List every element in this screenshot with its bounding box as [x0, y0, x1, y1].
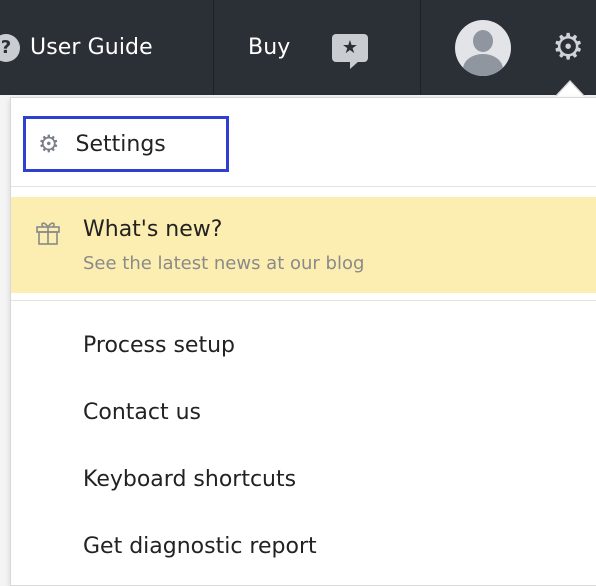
user-avatar-button[interactable] — [455, 0, 511, 95]
nav-divider — [420, 0, 421, 95]
settings-row: ⚙ Settings — [11, 98, 596, 186]
gear-icon: ⚙ — [552, 26, 585, 68]
nav-divider — [213, 0, 214, 95]
gear-icon: ⚙ — [38, 130, 60, 158]
process-setup-item[interactable]: Process setup — [83, 333, 235, 358]
dropdown-caret — [556, 82, 584, 97]
settings-menu-item[interactable]: ⚙ Settings — [23, 116, 229, 172]
whats-new-title: What's new? — [83, 217, 223, 242]
user-guide-link[interactable]: ? User Guide — [0, 0, 153, 95]
user-guide-label: User Guide — [30, 35, 153, 60]
diagnostic-report-item[interactable]: Get diagnostic report — [83, 534, 317, 559]
settings-dropdown-menu: ⚙ Settings What's new? See the latest ne… — [10, 97, 596, 586]
avatar — [455, 19, 511, 76]
buy-label: Buy — [248, 35, 291, 60]
gift-icon — [36, 222, 60, 245]
whats-new-subtitle: See the latest news at our blog — [83, 253, 365, 274]
divider — [11, 300, 596, 301]
keyboard-shortcuts-item[interactable]: Keyboard shortcuts — [83, 467, 296, 492]
divider — [11, 186, 596, 187]
top-navigation-bar: ? User Guide Buy ★ ⚙ — [0, 0, 596, 95]
whats-new-item[interactable]: What's new? See the latest news at our b… — [11, 197, 596, 293]
help-icon: ? — [0, 33, 20, 62]
star-chat-icon: ★ — [332, 33, 368, 69]
feedback-button[interactable]: ★ — [332, 0, 368, 95]
settings-label: Settings — [75, 131, 166, 157]
contact-us-item[interactable]: Contact us — [83, 400, 201, 425]
buy-link[interactable]: Buy — [248, 0, 290, 95]
star-icon: ★ — [341, 37, 359, 58]
